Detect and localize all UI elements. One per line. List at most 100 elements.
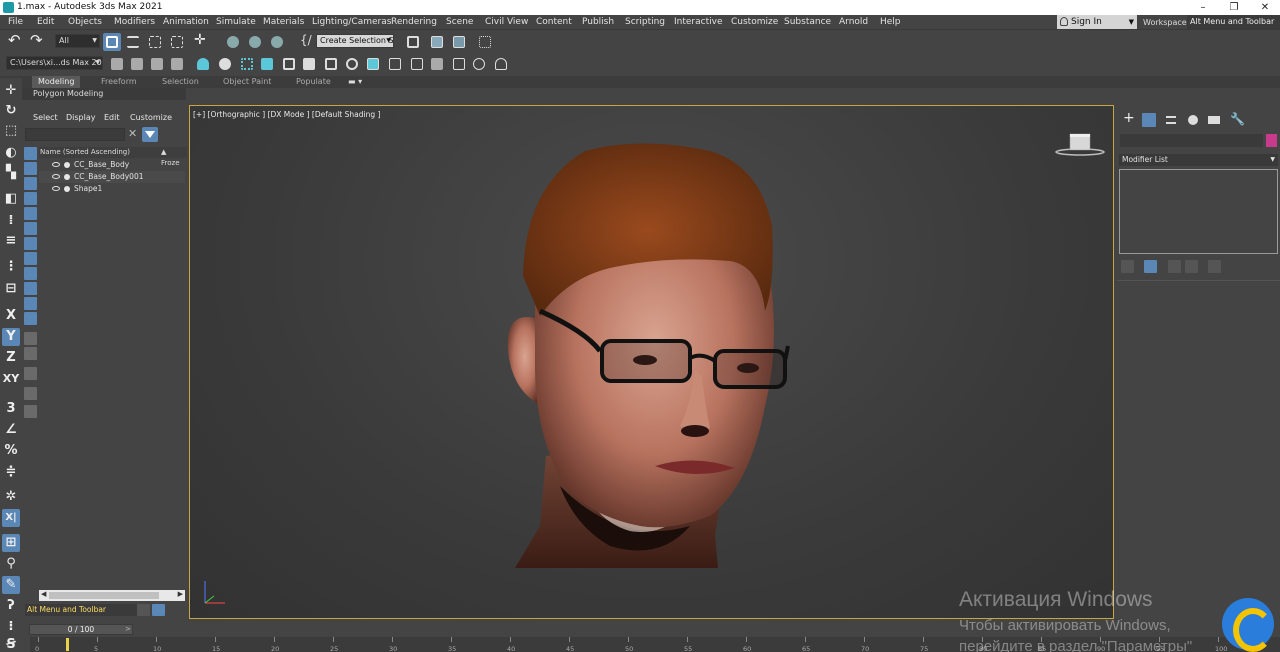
render-frame-button[interactable] bbox=[450, 33, 468, 51]
ribbon-options-icon[interactable]: ▬ ▾ bbox=[342, 76, 368, 88]
hierarchy-panel-icon[interactable] bbox=[1164, 113, 1178, 127]
filter-geometry-icon[interactable] bbox=[24, 147, 37, 160]
menu-interactive[interactable]: Interactive bbox=[674, 17, 722, 27]
constraint-x-icon[interactable]: X bbox=[2, 307, 20, 325]
menu-simulate[interactable]: Simulate bbox=[216, 17, 256, 27]
angle-snap-icon[interactable]: ∠ bbox=[2, 421, 20, 439]
scene-menu-select[interactable]: Select bbox=[33, 113, 58, 122]
scene-object-row[interactable]: CC_Base_Body bbox=[39, 159, 185, 171]
scene-search-input[interactable] bbox=[25, 128, 125, 141]
eye-icon[interactable] bbox=[52, 186, 60, 191]
populate-button[interactable] bbox=[258, 55, 276, 73]
percent-snap-icon[interactable]: % bbox=[2, 442, 20, 460]
window-crossing-button[interactable] bbox=[168, 33, 186, 51]
filter-frozen-icon[interactable] bbox=[24, 297, 37, 310]
menu-civil-view[interactable]: Civil View bbox=[485, 17, 528, 27]
scene-menu-edit[interactable]: Edit bbox=[104, 113, 120, 122]
frame-button[interactable] bbox=[450, 55, 468, 73]
spinner-snap-icon[interactable]: ≑ bbox=[2, 463, 20, 481]
tool-icon[interactable]: ⚲ bbox=[2, 555, 20, 573]
column-name[interactable]: Name (Sorted Ascending) bbox=[40, 147, 130, 158]
snap-grid-icon[interactable]: ⋮ bbox=[2, 258, 20, 276]
menu-lighting-cameras[interactable]: Lighting/Cameras bbox=[312, 17, 391, 27]
filter-helpers-icon[interactable] bbox=[24, 207, 37, 220]
make-unique-icon[interactable] bbox=[1168, 260, 1181, 273]
menu-scene[interactable]: Scene bbox=[446, 17, 473, 27]
selection-filter-dropdown[interactable]: All ▼ bbox=[55, 34, 100, 48]
menu-edit[interactable]: Edit bbox=[37, 17, 54, 27]
filter-groups-icon[interactable] bbox=[24, 237, 37, 250]
filter-hidden-icon[interactable] bbox=[24, 312, 37, 325]
paint-icon[interactable]: ◐ bbox=[2, 144, 20, 162]
snaps-3d-icon[interactable]: 3 bbox=[2, 400, 20, 418]
sort-explorer-button[interactable] bbox=[152, 604, 165, 616]
snap-toggle-button[interactable] bbox=[224, 33, 242, 51]
object-color-swatch[interactable] bbox=[1266, 134, 1277, 147]
filter-containers-icon[interactable] bbox=[24, 282, 37, 295]
scene-menu-display[interactable]: Display bbox=[66, 113, 96, 122]
modify-panel-icon[interactable] bbox=[1142, 113, 1156, 127]
pivot-icon[interactable]: ✲ bbox=[2, 488, 20, 506]
scroll-thumb[interactable] bbox=[49, 592, 159, 599]
layers-icon[interactable]: ≡ bbox=[2, 232, 20, 250]
layer-button[interactable] bbox=[168, 55, 186, 73]
filter-spacewarps-icon[interactable] bbox=[24, 222, 37, 235]
menu-objects[interactable]: Objects bbox=[68, 17, 102, 27]
playhead[interactable] bbox=[66, 638, 69, 651]
align-icon[interactable]: ⁞ bbox=[2, 212, 20, 230]
remove-modifier-icon[interactable] bbox=[1185, 260, 1198, 273]
object-name-field[interactable] bbox=[1120, 134, 1263, 147]
percent-snap-button[interactable] bbox=[268, 33, 286, 51]
explorer-column-header[interactable]: Name (Sorted Ascending) ▲ Froze bbox=[39, 147, 187, 167]
filter-bones-icon[interactable] bbox=[24, 267, 37, 280]
menu-rendering[interactable]: Rendering bbox=[391, 17, 437, 27]
mirror-icon[interactable]: ◧ bbox=[2, 190, 20, 208]
light-lister-button[interactable] bbox=[492, 55, 510, 73]
filter-lights-icon[interactable] bbox=[24, 177, 37, 190]
bind-space-warp-button[interactable] bbox=[148, 55, 166, 73]
menu-animation[interactable]: Animation bbox=[163, 17, 209, 27]
particles-button[interactable] bbox=[238, 55, 256, 73]
time-slider[interactable]: 0 / 100 bbox=[29, 624, 133, 635]
explorer-workspace-select[interactable]: Alt Menu and Toolbar bbox=[25, 604, 137, 616]
select-move-button[interactable]: ✛ bbox=[192, 32, 210, 51]
filter-xrefs-icon[interactable] bbox=[24, 252, 37, 265]
scene-object-row[interactable]: Shape1 bbox=[39, 183, 185, 195]
rect-selection-button[interactable] bbox=[146, 33, 164, 51]
scene-menu-customize[interactable]: Customize bbox=[130, 113, 172, 122]
scroll-right-icon[interactable]: ▶ bbox=[178, 590, 183, 598]
menu-scripting[interactable]: Scripting bbox=[625, 17, 665, 27]
undo-button[interactable]: ↶ bbox=[6, 31, 24, 51]
menu-file[interactable]: File bbox=[8, 17, 23, 27]
orbit-button[interactable] bbox=[470, 55, 488, 73]
eye-icon[interactable] bbox=[52, 162, 60, 167]
time-slider-next[interactable]: > bbox=[125, 625, 131, 633]
schematic-view-button[interactable] bbox=[476, 33, 494, 51]
tab-object-paint[interactable]: Object Paint bbox=[217, 76, 277, 88]
chain-icon[interactable]: ⁝ bbox=[2, 618, 20, 636]
select-by-name-button[interactable] bbox=[124, 33, 142, 51]
material-editor-button[interactable] bbox=[300, 55, 318, 73]
filter-shapes-icon[interactable] bbox=[24, 162, 37, 175]
utilities-panel-icon[interactable]: 🔧 bbox=[1228, 112, 1245, 127]
vertex-snap-icon[interactable]: ⊞ bbox=[2, 534, 20, 552]
viewport-layout-button[interactable] bbox=[386, 55, 404, 73]
menu-materials[interactable]: Materials bbox=[263, 17, 304, 27]
select-object-button[interactable] bbox=[103, 33, 121, 51]
display-all-icon[interactable] bbox=[24, 332, 37, 345]
unlink-button[interactable] bbox=[128, 55, 146, 73]
menu-arnold[interactable]: Arnold bbox=[839, 17, 868, 27]
sphere-button[interactable] bbox=[216, 55, 234, 73]
render-setup-button[interactable] bbox=[428, 33, 446, 51]
pen-icon[interactable]: ✎ bbox=[2, 576, 20, 594]
workspace-select[interactable]: Alt Menu and Toolbar bbox=[1187, 15, 1280, 29]
render-region-button[interactable] bbox=[322, 55, 340, 73]
motion-panel-icon[interactable] bbox=[1186, 113, 1200, 127]
constraint-z-icon[interactable]: Z bbox=[2, 349, 20, 367]
move-icon[interactable]: ✛ bbox=[2, 82, 20, 100]
menu-content[interactable]: Content bbox=[536, 17, 572, 27]
sign-in-dropdown[interactable]: Sign In ▼ bbox=[1057, 15, 1137, 29]
project-path-dropdown[interactable]: C:\Users\xi...ds Max 2021 ▼ bbox=[6, 56, 103, 70]
redo-button[interactable]: ↷ bbox=[28, 31, 46, 51]
menu-customize[interactable]: Customize bbox=[731, 17, 778, 27]
